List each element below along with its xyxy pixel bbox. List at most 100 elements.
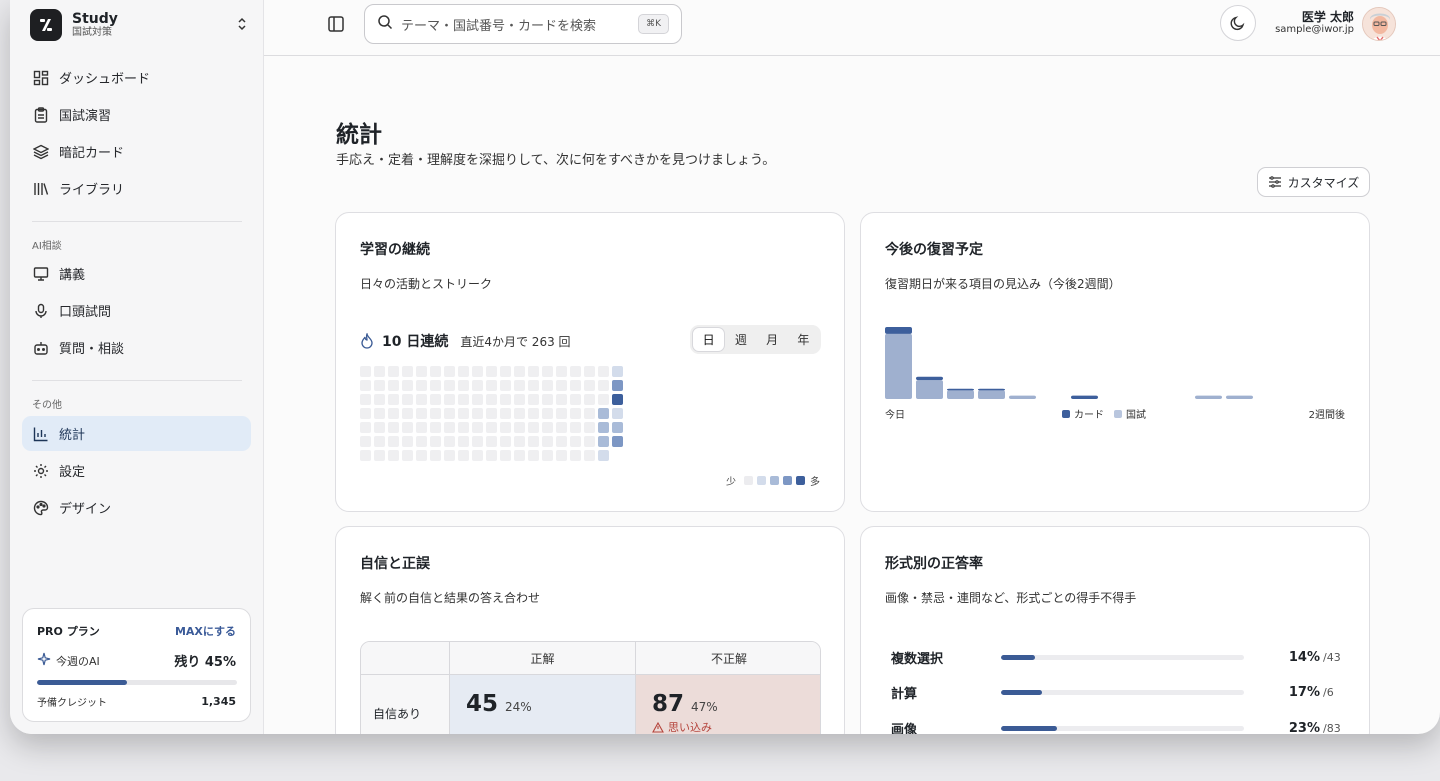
sidebar-item-lecture[interactable]: 講義 <box>22 256 251 291</box>
heatmap-cell <box>556 422 567 433</box>
heatmap-cell <box>472 422 483 433</box>
sidebar-item-exam-practice[interactable]: 国試演習 <box>22 97 251 132</box>
heatmap-cell <box>416 408 427 419</box>
heatmap-cell <box>444 450 455 461</box>
palette-icon <box>32 499 49 516</box>
forecast-bar-exam[interactable] <box>1226 395 1253 399</box>
forecast-bar-card[interactable] <box>978 388 1005 391</box>
heatmap-cell <box>402 436 413 447</box>
customize-button[interactable]: カスタマイズ <box>1257 167 1370 197</box>
format-total: /6 <box>1323 685 1334 699</box>
heatmap-cell <box>472 450 483 461</box>
format-row[interactable]: 計算 17% /6 <box>891 682 1341 702</box>
legend-swatch-card <box>1062 409 1070 418</box>
forecast-bar-exam[interactable] <box>916 380 943 399</box>
sidebar-toggle-icon <box>328 16 344 32</box>
sidebar-item-label: デザイン <box>59 502 112 517</box>
heatmap-cell <box>612 422 623 433</box>
forecast-bar-exam[interactable] <box>1195 395 1222 399</box>
heatmap-cell <box>458 422 469 433</box>
heatmap-cell <box>458 366 469 377</box>
tab-year[interactable]: 年 <box>788 327 819 352</box>
heatmap-cell <box>402 366 413 377</box>
forecast-bar-exam[interactable] <box>885 333 912 399</box>
forecast-bar-exam[interactable] <box>978 390 1005 399</box>
heatmap-cell <box>570 450 581 461</box>
heatmap-cell <box>542 380 553 391</box>
heatmap-cell <box>528 366 539 377</box>
format-bar-fill <box>1001 654 1036 660</box>
sidebar-item-design[interactable]: デザイン <box>22 490 251 525</box>
heatmap-cell <box>458 408 469 419</box>
matrix-cell-confident-correct[interactable]: 45 24% <box>449 675 635 734</box>
flame-icon <box>361 333 373 349</box>
heatmap-cell <box>570 422 581 433</box>
format-row[interactable]: 複数選択 14% /43 <box>891 647 1341 667</box>
heatmap-cell <box>598 380 609 391</box>
review-forecast-card: 今後の復習予定 復習期日が来る項目の見込み（今後2週間） 今日 カード 国試 2… <box>860 212 1370 512</box>
heatmap-cell <box>388 408 399 419</box>
theme-toggle-button[interactable] <box>1220 5 1256 41</box>
user-info[interactable]: 医学 太郎 sample@iwor.jp <box>1275 10 1354 36</box>
sidebar-item-flashcards[interactable]: 暗記カード <box>22 134 251 169</box>
matrix-cell-confident-incorrect[interactable]: 87 47% 思い込み <box>635 675 820 734</box>
heatmap-cell <box>486 394 497 405</box>
sidebar-item-stats[interactable]: 統計 <box>22 416 251 451</box>
heatmap-cell <box>458 436 469 447</box>
format-label: 画像 <box>891 722 918 735</box>
heatmap-cell <box>444 394 455 405</box>
forecast-bar-card[interactable] <box>947 388 974 391</box>
user-email: sample@iwor.jp <box>1275 24 1354 36</box>
format-total: /83 <box>1323 721 1341 735</box>
heatmap-cell <box>486 450 497 461</box>
search-input[interactable]: テーマ・国試番号・カードを検索 ⌘K <box>364 4 682 44</box>
sidebar-item-questions[interactable]: 質問・相談 <box>22 330 251 365</box>
heatmap-cell <box>430 380 441 391</box>
format-percent: 14% <box>1288 649 1320 665</box>
heatmap-cell <box>402 380 413 391</box>
brand-switcher[interactable]: Study 国試対策 <box>30 8 252 42</box>
period-segmented-control: 日 週 月 年 <box>690 325 821 354</box>
activity-heatmap <box>360 366 623 461</box>
heatmap-cell <box>514 380 525 391</box>
format-percent: 17% <box>1288 684 1320 700</box>
heatmap-cell <box>444 408 455 419</box>
heatmap-cell <box>458 380 469 391</box>
sidebar-item-oral-exam[interactable]: 口頭試問 <box>22 293 251 328</box>
matrix-col-incorrect: 不正解 <box>635 642 820 675</box>
tab-day[interactable]: 日 <box>692 327 726 352</box>
clipboard-icon <box>32 106 49 123</box>
sidebar-item-library[interactable]: ライブラリ <box>22 171 251 206</box>
heatmap-cell <box>556 436 567 447</box>
heatmap-cell <box>556 380 567 391</box>
heatmap-cell <box>528 422 539 433</box>
heatmap-cell <box>584 450 595 461</box>
tab-month[interactable]: 月 <box>757 327 788 352</box>
format-row[interactable]: 画像 23% /83 <box>891 718 1341 735</box>
streak-summary: 10 日連続 直近4か月で 263 回 <box>360 331 571 351</box>
forecast-bar-exam[interactable] <box>1009 395 1036 399</box>
heatmap-cell <box>374 408 385 419</box>
heatmap-cell <box>570 394 581 405</box>
forecast-bar-exam[interactable] <box>947 390 974 399</box>
tab-week[interactable]: 週 <box>725 327 756 352</box>
heatmap-cell <box>542 436 553 447</box>
card-subtitle: 解く前の自信と結果の答え合わせ <box>360 591 541 605</box>
heatmap-cell <box>528 394 539 405</box>
heatmap-cell <box>542 422 553 433</box>
heatmap-cell <box>402 408 413 419</box>
sidebar-toggle-button[interactable] <box>326 14 346 34</box>
avatar[interactable] <box>1362 7 1396 41</box>
heatmap-cell <box>612 408 623 419</box>
forecast-bar-card[interactable] <box>1071 395 1098 399</box>
card-subtitle: 日々の活動とストリーク <box>360 277 493 291</box>
forecast-bar-card[interactable] <box>885 327 912 334</box>
forecast-bar-card[interactable] <box>916 376 943 381</box>
heatmap-cell <box>374 450 385 461</box>
sidebar-item-settings[interactable]: 設定 <box>22 453 251 488</box>
gear-icon <box>32 462 49 479</box>
upgrade-link[interactable]: MAXにする <box>175 623 236 639</box>
heatmap-cell <box>528 450 539 461</box>
format-bar <box>1001 689 1244 695</box>
sidebar-item-dashboard[interactable]: ダッシュボード <box>22 60 251 95</box>
